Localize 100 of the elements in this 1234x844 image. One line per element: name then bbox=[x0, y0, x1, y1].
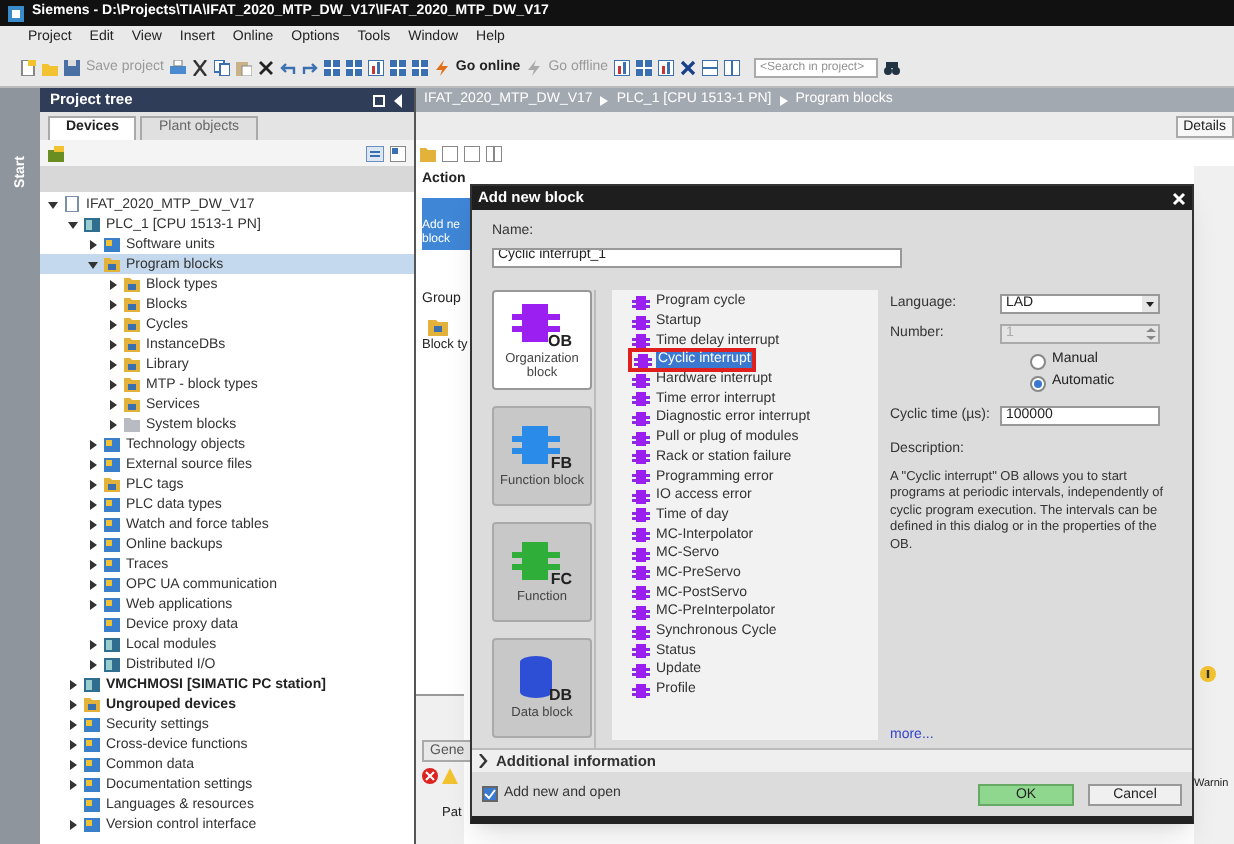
chart-icon[interactable] bbox=[367, 60, 384, 76]
close-icon[interactable] bbox=[257, 60, 274, 76]
collapsed-arrow-icon[interactable] bbox=[108, 319, 118, 329]
binoculars-icon[interactable] bbox=[884, 60, 901, 76]
chart-icon[interactable] bbox=[614, 60, 631, 76]
block-chip-icon bbox=[632, 450, 650, 465]
collapsed-arrow-icon[interactable] bbox=[68, 779, 78, 789]
collapsed-arrow-icon[interactable] bbox=[108, 279, 118, 289]
block-chip-icon bbox=[632, 373, 650, 388]
folder-icon bbox=[124, 416, 140, 432]
block-chip-icon bbox=[632, 334, 650, 349]
collapsed-arrow-icon[interactable] bbox=[108, 339, 118, 349]
folder-icon bbox=[124, 376, 140, 392]
panel-icon bbox=[104, 576, 120, 592]
block-chip-icon bbox=[632, 683, 650, 698]
device-icon bbox=[104, 656, 120, 672]
dropdown-arrow-icon bbox=[1142, 295, 1158, 312]
document-icon bbox=[64, 196, 80, 212]
panel-icon bbox=[84, 716, 100, 732]
app-logo-icon bbox=[8, 5, 24, 21]
grid-icon[interactable] bbox=[323, 60, 340, 76]
document-icon[interactable] bbox=[20, 60, 36, 76]
split-window-icon[interactable] bbox=[486, 145, 502, 161]
radio-selected-icon bbox=[1030, 375, 1046, 391]
folder-icon[interactable] bbox=[428, 318, 448, 336]
panel-icon bbox=[84, 816, 100, 832]
copy-icon[interactable] bbox=[213, 60, 230, 76]
block-chip-icon bbox=[632, 586, 650, 601]
collapsed-arrow-icon[interactable] bbox=[108, 419, 118, 429]
collapse-arrow-icon[interactable] bbox=[392, 93, 404, 107]
grid-icon[interactable] bbox=[636, 60, 653, 76]
lightning-icon[interactable] bbox=[433, 60, 450, 76]
grid-icon[interactable] bbox=[345, 60, 362, 76]
collapsed-arrow-icon[interactable] bbox=[108, 399, 118, 409]
chevron-right-icon bbox=[600, 95, 609, 105]
expanded-arrow-icon[interactable] bbox=[88, 259, 98, 269]
collapsed-arrow-icon[interactable] bbox=[88, 499, 98, 509]
block-chip-icon bbox=[632, 663, 650, 678]
collapsed-arrow-icon[interactable] bbox=[68, 679, 78, 689]
block-chip-icon bbox=[632, 547, 650, 562]
panel-icon bbox=[84, 736, 100, 752]
block-chip-icon bbox=[632, 528, 650, 543]
redo-icon[interactable] bbox=[301, 60, 318, 76]
block-chip-icon bbox=[632, 566, 650, 581]
folder-icon bbox=[124, 276, 140, 292]
panel-icon bbox=[84, 796, 100, 812]
device-icon bbox=[104, 636, 120, 652]
split-window-icon[interactable] bbox=[724, 60, 741, 76]
panel-icon bbox=[104, 616, 120, 632]
collapsed-arrow-icon[interactable] bbox=[88, 479, 98, 489]
block-chip-icon bbox=[632, 295, 650, 310]
collapsed-arrow-icon[interactable] bbox=[88, 459, 98, 469]
collapsed-arrow-icon[interactable] bbox=[88, 539, 98, 549]
collapsed-arrow-icon[interactable] bbox=[68, 699, 78, 709]
printer-icon[interactable] bbox=[169, 60, 186, 76]
expanded-arrow-icon[interactable] bbox=[68, 219, 78, 229]
collapsed-arrow-icon[interactable] bbox=[68, 819, 78, 829]
collapsed-arrow-icon[interactable] bbox=[88, 519, 98, 529]
collapsed-arrow-icon[interactable] bbox=[68, 759, 78, 769]
block-chip-icon bbox=[632, 315, 650, 330]
overview-icon[interactable] bbox=[390, 145, 406, 161]
list-view-icon[interactable] bbox=[366, 145, 384, 161]
device-add-icon[interactable] bbox=[48, 145, 64, 161]
collapsed-arrow-icon[interactable] bbox=[88, 559, 98, 569]
collapsed-arrow-icon[interactable] bbox=[68, 719, 78, 729]
collapsed-arrow-icon[interactable] bbox=[108, 379, 118, 389]
chart-icon[interactable] bbox=[658, 60, 675, 76]
folder-icon bbox=[124, 396, 140, 412]
collapsed-arrow-icon[interactable] bbox=[88, 659, 98, 669]
folder-icon bbox=[104, 256, 120, 272]
panel-icon bbox=[84, 776, 100, 792]
collapsed-arrow-icon[interactable] bbox=[88, 599, 98, 609]
error-icon[interactable] bbox=[422, 768, 438, 785]
collapsed-arrow-icon[interactable] bbox=[88, 579, 98, 589]
collapsed-arrow-icon[interactable] bbox=[108, 359, 118, 369]
collapsed-arrow-icon[interactable] bbox=[68, 739, 78, 749]
info-icon[interactable] bbox=[1200, 666, 1216, 682]
checkbox-checked-icon[interactable] bbox=[482, 786, 498, 802]
block-chip-icon bbox=[632, 489, 650, 504]
block-chip-icon bbox=[632, 392, 650, 407]
block-chip-icon bbox=[632, 431, 650, 446]
collapsed-arrow-icon[interactable] bbox=[88, 639, 98, 649]
grid-icon[interactable] bbox=[389, 60, 406, 76]
folder-icon bbox=[124, 296, 140, 312]
block-chip-icon bbox=[632, 411, 650, 426]
undo-icon[interactable] bbox=[279, 60, 296, 76]
block-chip-icon bbox=[632, 644, 650, 659]
panel-icon bbox=[104, 556, 120, 572]
collapsed-arrow-icon[interactable] bbox=[88, 439, 98, 449]
radio-icon bbox=[1030, 353, 1046, 369]
pin-icon[interactable] bbox=[372, 93, 386, 107]
collapsed-arrow-icon[interactable] bbox=[108, 299, 118, 309]
split-window-icon[interactable] bbox=[702, 60, 719, 76]
expanded-arrow-icon[interactable] bbox=[48, 199, 58, 209]
grid-icon[interactable] bbox=[411, 60, 428, 76]
block-chip-icon bbox=[632, 605, 650, 620]
panel-icon bbox=[104, 496, 120, 512]
cross-icon[interactable] bbox=[680, 60, 697, 76]
collapsed-arrow-icon[interactable] bbox=[88, 239, 98, 249]
panel-icon bbox=[104, 456, 120, 472]
